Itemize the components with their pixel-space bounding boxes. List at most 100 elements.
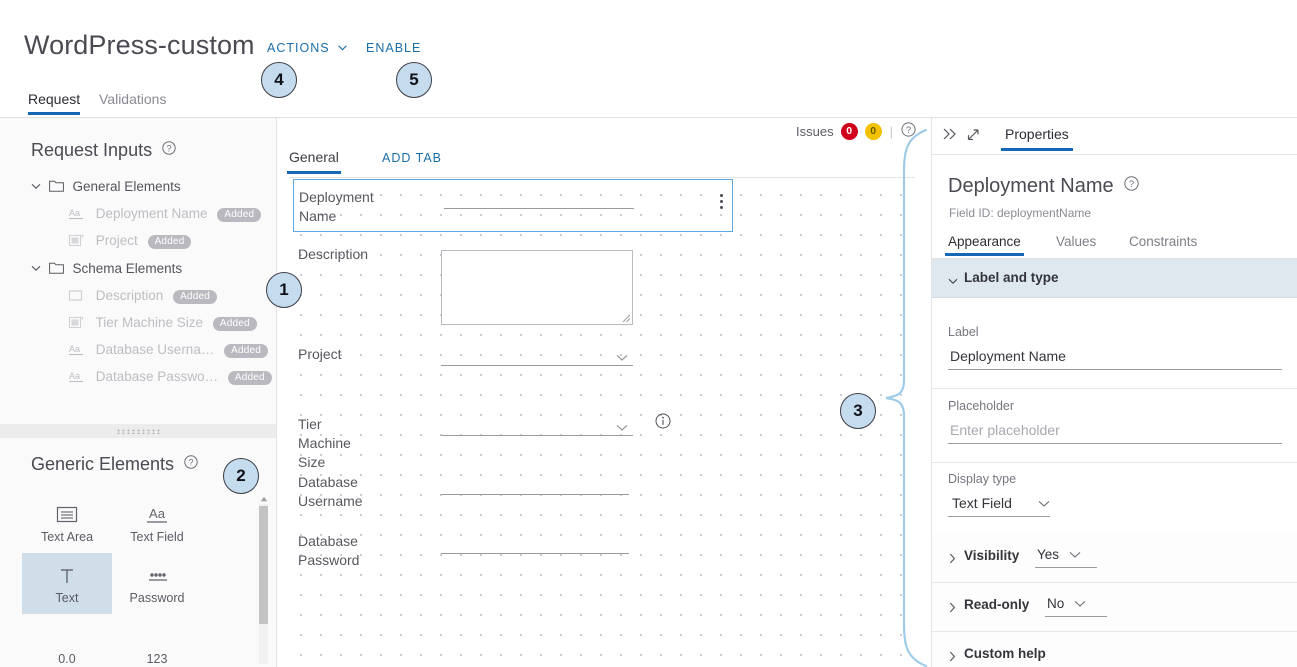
add-tab-button[interactable]: ADD TAB	[382, 151, 442, 165]
canvas-field-label: Deployment Name	[299, 189, 374, 224]
form-design-grid[interactable]: Deployment Name Description Project Tier…	[289, 179, 915, 667]
section-label-and-type[interactable]: Label and type	[932, 259, 1297, 298]
help-icon[interactable]: ?	[901, 122, 916, 140]
tree-item-label: Description	[95, 288, 164, 303]
scrollbar-thumb[interactable]	[259, 506, 268, 624]
readonly-select[interactable]: No	[1045, 596, 1107, 617]
issues-label: Issues	[796, 123, 834, 139]
help-icon[interactable]: ?	[1124, 176, 1139, 191]
info-icon[interactable]	[655, 413, 671, 434]
canvas-field-label: Database Password	[298, 533, 360, 568]
display-type-caption: Display type	[948, 472, 1017, 486]
tree-item-deployment-name[interactable]: Aa Deployment Name Added	[68, 206, 262, 223]
folder-icon	[48, 261, 69, 277]
palette-item-decimal[interactable]: 0.0	[22, 614, 112, 667]
tree-item-label: Database Passwo…	[95, 369, 219, 384]
tab-appearance[interactable]: Appearance	[945, 234, 1024, 256]
display-type-value: Text Field	[952, 495, 1012, 511]
svg-text:Aa: Aa	[69, 208, 80, 218]
palette-item-text-area[interactable]: Text Area	[22, 492, 112, 553]
tree-item-database-password[interactable]: Aa Database Passwo… Added	[68, 369, 272, 386]
field-id-text: Field ID: deploymentName	[949, 206, 1092, 220]
visibility-row[interactable]: Visibility Yes	[932, 534, 1297, 583]
palette-scrollbar[interactable]	[259, 494, 268, 664]
canvas-field-input[interactable]	[441, 435, 633, 436]
chevron-down-icon	[1074, 596, 1086, 611]
tree-item-description[interactable]: Description Added	[68, 288, 217, 305]
text-area-icon	[68, 289, 92, 305]
chevron-right-icon	[949, 600, 956, 618]
display-type-select[interactable]: Text Field	[948, 493, 1050, 517]
canvas-field-input[interactable]	[441, 365, 633, 366]
readonly-label: Read-only	[964, 597, 1030, 612]
label-input[interactable]: Deployment Name	[948, 346, 1282, 370]
collapse-panel-icon[interactable]	[942, 126, 958, 147]
resize-handle-icon[interactable]	[622, 314, 631, 323]
chevron-right-icon	[949, 551, 956, 569]
palette-item-text-field[interactable]: Aa Text Field	[112, 492, 202, 553]
tab-values[interactable]: Values	[1056, 234, 1096, 249]
placeholder-input[interactable]: Enter placeholder	[948, 420, 1282, 444]
label-field-caption: Label	[948, 325, 979, 339]
enable-label: ENABLE	[366, 41, 422, 55]
issues-error-badge[interactable]: 0	[840, 122, 858, 140]
svg-text:Aa: Aa	[69, 371, 80, 381]
tree-item-project[interactable]: Project Added	[68, 233, 192, 250]
properties-title-text: Deployment Name	[948, 175, 1114, 197]
panel-splitter[interactable]	[0, 424, 276, 438]
chevron-down-icon	[338, 45, 347, 51]
status-badge: Added	[217, 208, 262, 222]
canvas-field-input[interactable]	[441, 494, 629, 495]
tree-item-database-username[interactable]: Aa Database Userna… Added	[68, 342, 269, 359]
text-area-icon	[55, 502, 79, 528]
chevron-down-icon[interactable]	[616, 349, 628, 367]
splitter-grip-icon	[116, 429, 160, 434]
top-tab-bar: Request Validations	[0, 82, 1297, 118]
tab-constraints[interactable]: Constraints	[1129, 234, 1197, 249]
issues-warning-badge[interactable]: 0	[864, 122, 882, 140]
help-icon[interactable]: ?	[184, 455, 198, 469]
status-badge: Added	[147, 235, 192, 249]
svg-text:?: ?	[167, 143, 172, 153]
generic-elements-palette: Text Area Aa Text Field Text Password 0.…	[22, 492, 258, 667]
tree-item-label: Database Userna…	[95, 342, 215, 357]
help-icon[interactable]: ?	[162, 141, 176, 155]
palette-item-password[interactable]: Password	[112, 553, 202, 614]
palette-item-text[interactable]: Text	[22, 553, 112, 614]
generic-elements-title: Generic Elements ?	[31, 454, 198, 475]
tree-group-general-elements[interactable]: General Elements	[31, 178, 181, 195]
chevron-down-icon[interactable]	[616, 419, 628, 437]
text-field-icon: Aa	[68, 370, 92, 386]
tab-general[interactable]: General	[287, 149, 341, 174]
canvas-field-input[interactable]	[444, 208, 634, 209]
visibility-select[interactable]: Yes	[1035, 547, 1097, 568]
actions-menu-button[interactable]: ACTIONS	[267, 41, 347, 55]
tab-properties[interactable]: Properties	[1001, 126, 1073, 151]
custom-help-row[interactable]: Custom help	[932, 632, 1297, 667]
tree-item-tier-machine-size[interactable]: Tier Machine Size Added	[68, 315, 257, 332]
tree-item-label: Project	[95, 233, 138, 248]
tree-item-label: Tier Machine Size	[95, 315, 204, 330]
canvas-field-deployment-name[interactable]: Deployment Name	[293, 179, 733, 232]
properties-title: Deployment Name ?	[948, 175, 1139, 198]
scroll-up-icon[interactable]	[259, 494, 268, 504]
divider: |	[889, 123, 893, 139]
canvas-field-label: Project	[298, 346, 342, 362]
palette-item-integer[interactable]: 123	[112, 614, 202, 667]
canvas-field-textarea[interactable]	[441, 250, 633, 325]
placeholder-field-caption: Placeholder	[948, 399, 1015, 413]
field-options-menu-icon[interactable]	[720, 194, 724, 209]
expand-panel-icon[interactable]	[965, 127, 981, 148]
status-badge: Added	[173, 290, 217, 304]
status-badge: Added	[227, 371, 272, 385]
tab-validations[interactable]: Validations	[99, 91, 166, 107]
readonly-row[interactable]: Read-only No	[932, 583, 1297, 632]
text-icon	[55, 563, 79, 589]
properties-subtab-bar: Appearance Values Constraints	[932, 228, 1297, 259]
enable-button[interactable]: ENABLE	[366, 41, 421, 55]
svg-text:Aa: Aa	[149, 506, 166, 521]
tab-request[interactable]: Request	[28, 91, 81, 115]
dropdown-icon	[68, 234, 92, 250]
tree-group-schema-elements[interactable]: Schema Elements	[31, 260, 182, 277]
canvas-field-input[interactable]	[441, 553, 629, 554]
